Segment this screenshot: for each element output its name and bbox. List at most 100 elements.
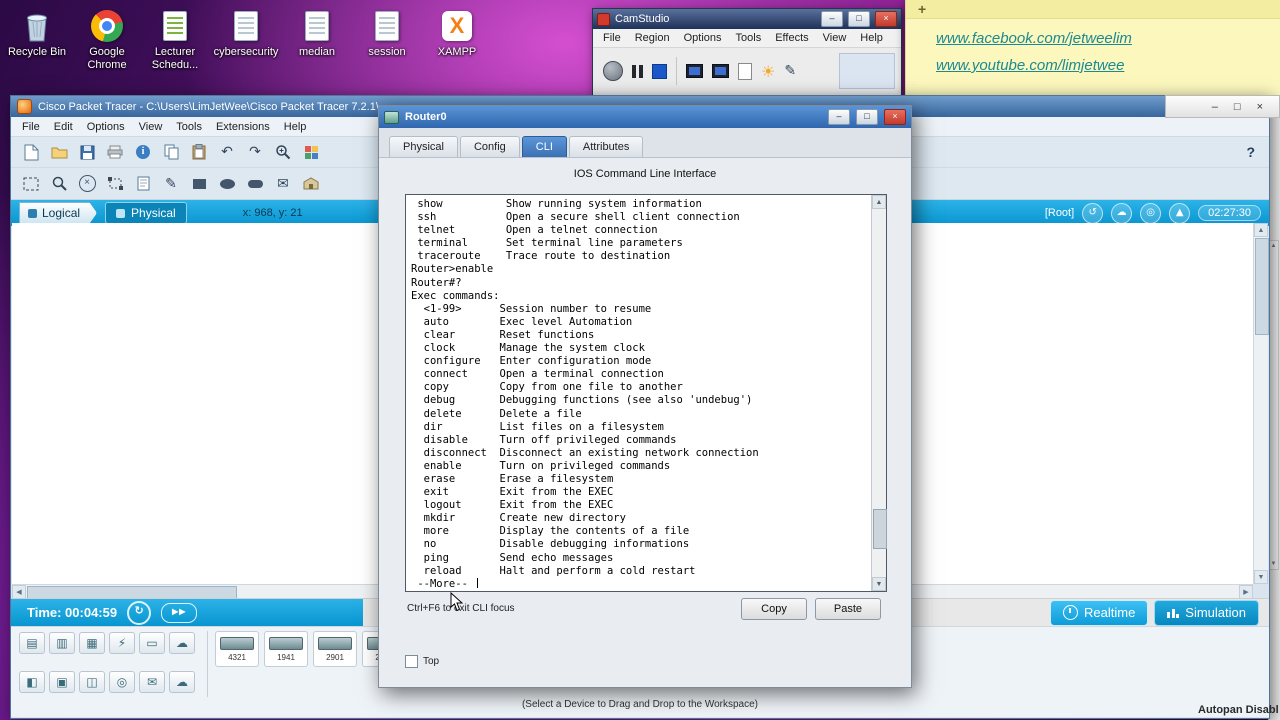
region-icon[interactable] [686,64,703,78]
add-complex-pdu-tool[interactable] [299,172,323,196]
scroll-down-icon[interactable]: ▼ [872,577,886,591]
tab-logical[interactable]: Logical [19,202,98,224]
palette-button[interactable] [299,140,323,164]
add-simple-pdu-tool[interactable]: ✉ [271,172,295,196]
device-category-icon[interactable]: ◫ [79,671,105,693]
tab-physical[interactable]: Physical [389,136,458,157]
cli-terminal[interactable]: show Show running system information ssh… [405,194,887,592]
packet-tracer-menu-item[interactable]: Help [277,121,314,133]
packet-tracer-menu-item[interactable]: Tools [169,121,209,133]
scroll-right-icon[interactable]: ▶ [1239,585,1253,599]
desktop-icon-xampp[interactable]: X XAMPP [424,6,490,59]
minimize-button[interactable]: – [1212,101,1218,113]
terminal-scrollbar[interactable]: ▲ ▼ [871,195,887,591]
environment-button[interactable]: ☁ [1111,202,1133,224]
save-button[interactable] [75,140,99,164]
environment-button[interactable]: ↺ [1082,202,1104,224]
camstudio-titlebar[interactable]: CamStudio – □ × [593,9,901,29]
new-file-button[interactable] [19,140,43,164]
tab-physical[interactable]: Physical [105,202,187,224]
simulation-mode-button[interactable]: Simulation [1154,599,1259,626]
restore-button[interactable]: □ [1234,101,1241,113]
desktop-icon-median[interactable]: median [284,6,350,59]
device-model[interactable]: 2901 [313,631,357,667]
camstudio-menu-item[interactable]: Region [628,32,677,44]
camstudio-menu-item[interactable]: Help [853,32,890,44]
top-checkbox[interactable] [405,655,418,668]
pause-button[interactable] [632,64,643,78]
power-cycle-button[interactable]: ↻ [127,600,152,625]
copy-button[interactable]: Copy [741,598,807,620]
draw-ellipse-tool[interactable] [215,172,239,196]
select-tool[interactable] [19,172,43,196]
maximize-button[interactable]: □ [856,109,878,125]
copy-button[interactable] [159,140,183,164]
device-category-icon[interactable]: ▦ [79,632,105,654]
close-button[interactable]: × [1257,101,1263,113]
device-category-icon[interactable]: ☁ [169,632,195,654]
place-note-tool[interactable] [131,172,155,196]
tab-attributes[interactable]: Attributes [568,136,644,157]
realtime-mode-button[interactable]: Realtime [1050,599,1149,626]
scroll-left-icon[interactable]: ◀ [12,585,26,599]
device-category-icon[interactable]: ✉ [139,671,165,693]
camstudio-menu-item[interactable]: File [596,32,628,44]
scrollbar-thumb[interactable] [873,509,887,549]
device-category-icon[interactable]: ⚡ [109,632,135,654]
device-category-icon[interactable]: ☁ [169,671,195,693]
desktop-icon-lecturer-schedule[interactable]: Lecturer Schedu... [142,6,208,71]
close-button[interactable]: × [884,109,906,125]
packet-tracer-menu-item[interactable]: Edit [47,121,80,133]
fullscreen-icon[interactable] [712,64,729,78]
annotation-pen-icon[interactable]: ✎ [784,63,796,79]
camstudio-menu-item[interactable]: Tools [729,32,769,44]
fast-forward-button[interactable]: ▶▶ [161,602,198,623]
record-button[interactable] [603,61,623,81]
open-file-button[interactable] [47,140,71,164]
device-category-icon[interactable]: ▭ [139,632,165,654]
packet-tracer-menu-item[interactable]: Options [80,121,132,133]
device-category-icon[interactable]: ▣ [49,671,75,693]
minimize-button[interactable]: – [821,11,843,27]
root-cluster-label[interactable]: [Root] [1045,207,1074,219]
inspect-tool[interactable] [47,172,71,196]
device-category-icon[interactable]: ▤ [19,632,45,654]
new-note-button[interactable]: + [918,1,926,17]
print-button[interactable] [103,140,127,164]
paste-button[interactable]: Paste [815,598,881,620]
tab-cli[interactable]: CLI [521,136,567,157]
sticky-note-link[interactable]: www.youtube.com/limjetwee [936,52,1280,79]
environment-button[interactable]: ▲ [1169,202,1191,224]
desktop-icon-session[interactable]: session [354,6,420,59]
scrollbar-thumb[interactable] [1255,238,1269,335]
desktop-icon-google-chrome[interactable]: Google Chrome [74,6,140,71]
options-sun-icon[interactable]: ☀ [761,62,775,81]
sticky-note-header[interactable]: + [906,0,1280,19]
paste-button[interactable] [187,140,211,164]
canvas-vertical-scrollbar[interactable]: ▲ ▼ [1253,223,1269,584]
router0-titlebar[interactable]: Router0 – □ × [379,106,911,128]
undo-icon[interactable]: ↶ [215,140,239,164]
device-category-icon[interactable]: ◧ [19,671,45,693]
device-category-icon[interactable]: ▥ [49,632,75,654]
desktop-icon-cybersecurity[interactable]: cybersecurity [213,6,279,59]
zoom-in-button[interactable] [271,140,295,164]
packet-tracer-menu-item[interactable]: Extensions [209,121,277,133]
packet-tracer-menu-item[interactable]: View [132,121,170,133]
scroll-down-icon[interactable]: ▼ [1269,559,1278,569]
packet-tracer-menu-item[interactable]: File [15,121,47,133]
draw-rectangle-tool[interactable] [187,172,211,196]
help-icon[interactable]: ? [1246,144,1255,160]
scroll-up-icon[interactable]: ▲ [1254,223,1268,237]
minimize-button[interactable]: – [828,109,850,125]
device-model[interactable]: 1941 [264,631,308,667]
draw-pencil-tool[interactable]: ✎ [159,172,183,196]
scroll-down-icon[interactable]: ▼ [1254,570,1268,584]
maximize-button[interactable]: □ [848,11,870,27]
sticky-note-link[interactable]: www.facebook.com/jetweelim [936,25,1280,52]
camstudio-menu-item[interactable]: Options [677,32,729,44]
draw-freeform-tool[interactable] [243,172,267,196]
annotation-page-icon[interactable] [738,62,752,80]
redo-icon[interactable]: ↷ [243,140,267,164]
device-category-icon[interactable]: ◎ [109,671,135,693]
